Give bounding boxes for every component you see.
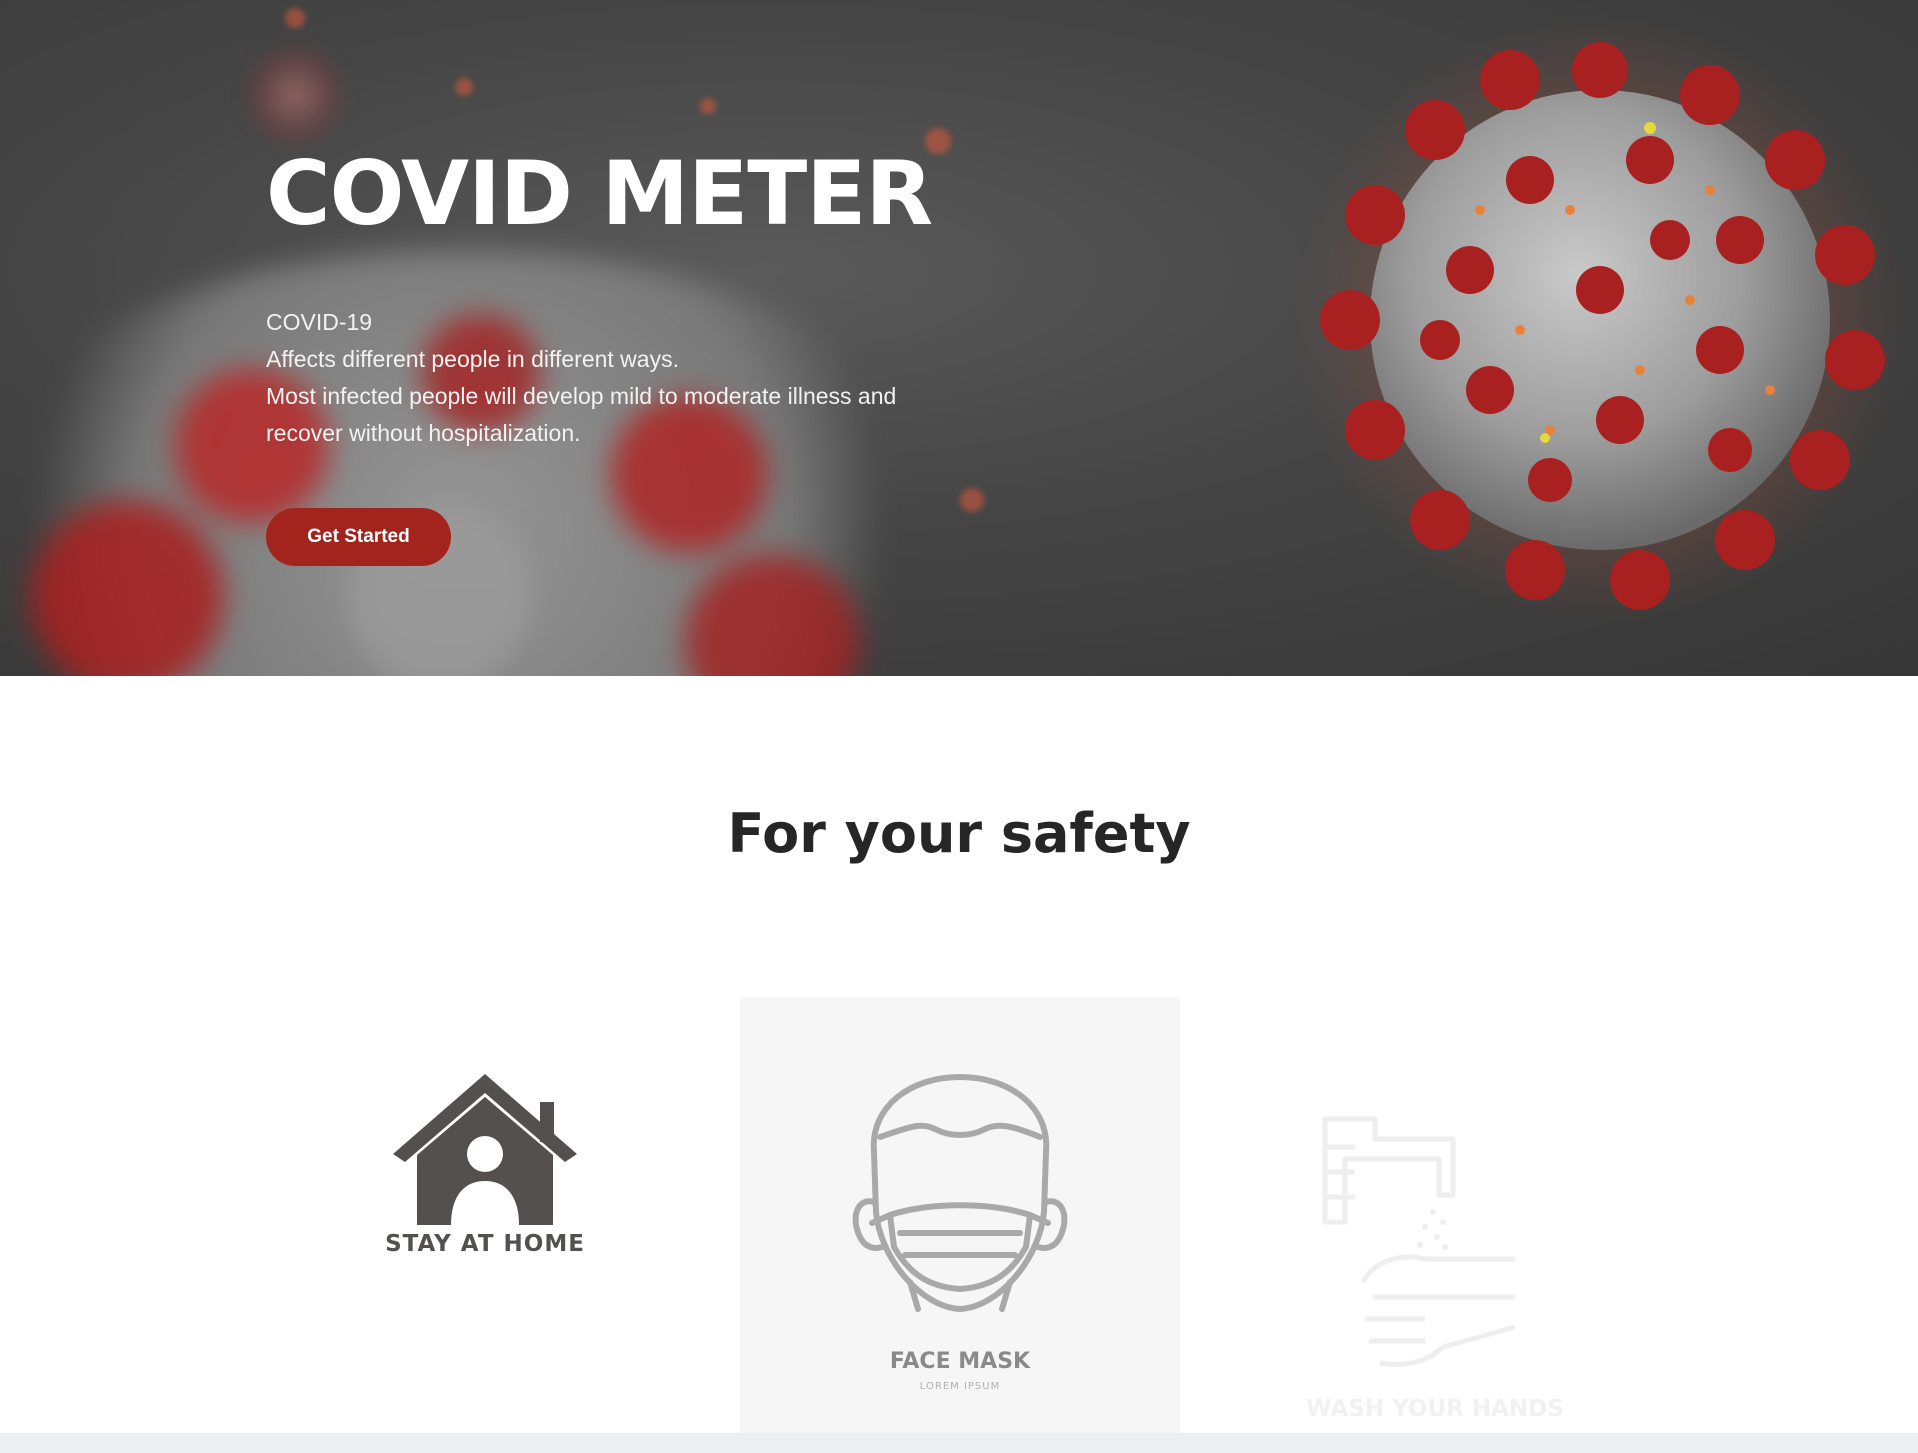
face-mask-icon xyxy=(852,1074,1068,1312)
hero-line: Most infected people will develop mild t… xyxy=(266,383,897,410)
hero-line: COVID-19 xyxy=(266,309,373,336)
stay-at-home-card: STAY AT HOME xyxy=(265,997,705,1433)
card-sublabel: LOREM IPSUM xyxy=(919,1381,1001,1392)
wash-hands-card: WASH YOUR HANDS xyxy=(1215,997,1655,1433)
footer-bar xyxy=(0,1433,1918,1453)
get-started-button[interactable]: Get Started xyxy=(266,508,451,566)
card-label: STAY AT HOME xyxy=(385,1231,585,1257)
particle xyxy=(960,488,984,512)
blurred-virus-small xyxy=(240,40,350,150)
page-title: COVID METER xyxy=(266,142,933,245)
particle xyxy=(285,8,305,28)
particle xyxy=(700,98,716,114)
hero-content: COVID METER COVID-19 Affects different p… xyxy=(266,142,986,452)
section-title: For your safety xyxy=(727,802,1191,865)
coronavirus-image xyxy=(1295,15,1905,625)
particle xyxy=(455,78,473,96)
hero-description: COVID-19 Affects different people in dif… xyxy=(266,304,986,452)
face-mask-card: FACE MASK LOREM IPSUM xyxy=(740,997,1180,1433)
card-label: FACE MASK xyxy=(889,1349,1031,1374)
hero-line: Affects different people in different wa… xyxy=(266,346,679,373)
hand-wash-icon xyxy=(1322,1116,1516,1367)
hero-line: recover without hospitalization. xyxy=(266,420,581,447)
hero-section: COVID METER COVID-19 Affects different p… xyxy=(0,0,1918,676)
card-label: WASH YOUR HANDS xyxy=(1306,1396,1564,1422)
